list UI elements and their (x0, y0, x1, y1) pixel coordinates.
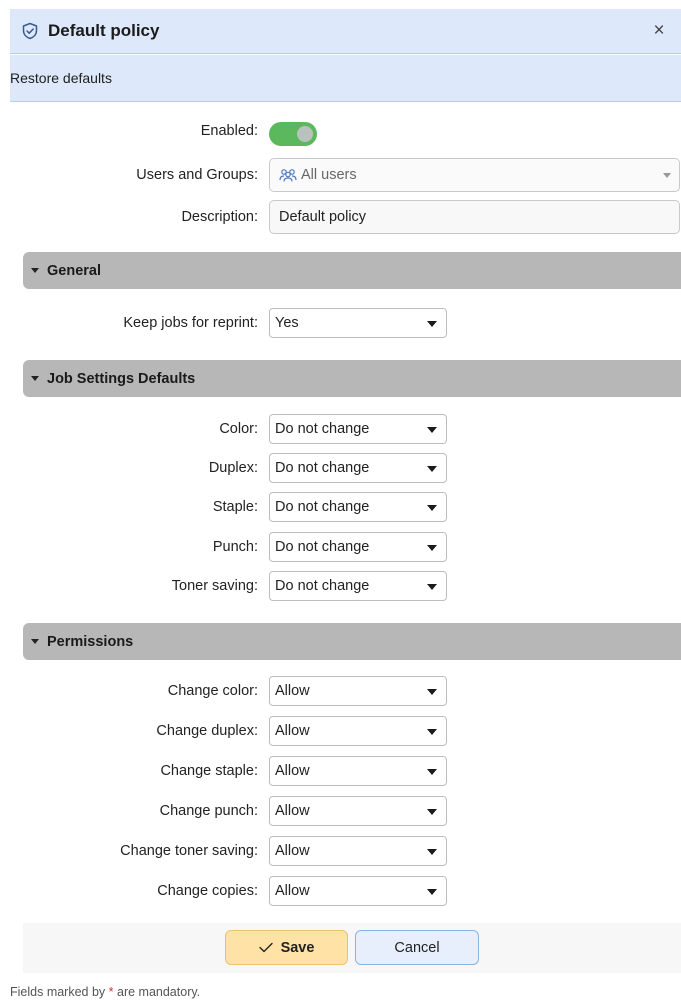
color-select[interactable]: Do not change (269, 414, 447, 444)
users-groups-select[interactable]: All users (269, 158, 680, 192)
description-value: Default policy (279, 209, 367, 225)
job-setting-label: Color: (219, 421, 258, 437)
select-value: Do not change (275, 539, 370, 555)
caret-down-icon (427, 545, 437, 551)
mandatory-note-prefix: Fields marked by (10, 985, 109, 999)
dialog-title-bar: Default policy × (10, 9, 681, 54)
section-general-header[interactable]: General (23, 252, 681, 289)
collapse-triangle-icon (31, 376, 39, 381)
duplex-select[interactable]: Do not change (269, 453, 447, 483)
keep-jobs-row: Keep jobs for reprint: Yes (0, 308, 681, 338)
job-setting-row: Staple: Do not change (0, 492, 681, 522)
collapse-triangle-icon (31, 268, 39, 273)
caret-down-icon (427, 809, 437, 815)
save-label: Save (280, 939, 315, 956)
permission-row: Change staple: Allow (0, 756, 681, 786)
select-value: Allow (275, 763, 310, 779)
job-setting-label: Punch: (212, 539, 258, 555)
caret-down-icon (427, 849, 437, 855)
permission-row: Change duplex: Allow (0, 716, 681, 746)
caret-down-icon (427, 321, 437, 327)
caret-down-icon (427, 889, 437, 895)
enabled-label: Enabled: (200, 123, 258, 139)
job-setting-label: Staple: (212, 499, 258, 515)
select-value: Do not change (275, 578, 370, 594)
users-groups-row: Users and Groups: All users (0, 158, 681, 192)
description-input[interactable]: Default policy (269, 200, 680, 234)
keep-jobs-select[interactable]: Yes (269, 308, 447, 338)
action-bar (23, 923, 681, 973)
permission-label: Change toner saving: (120, 843, 258, 859)
enabled-row: Enabled: (0, 116, 681, 146)
toner-saving-select[interactable]: Do not change (269, 571, 447, 601)
permission-row: Change toner saving: Allow (0, 836, 681, 866)
section-title: Job Settings Defaults (47, 370, 196, 387)
caret-down-icon (427, 584, 437, 590)
permission-row: Change copies: Allow (0, 876, 681, 906)
staple-select[interactable]: Do not change (269, 492, 447, 522)
select-value: Allow (275, 803, 310, 819)
job-setting-row: Toner saving: Do not change (0, 571, 681, 601)
enabled-toggle[interactable] (269, 122, 317, 146)
select-value: Allow (275, 683, 310, 699)
select-value: Do not change (275, 421, 370, 437)
select-value: Do not change (275, 460, 370, 476)
shield-check-icon (22, 22, 38, 40)
permission-label: Change punch: (159, 803, 258, 819)
permission-row: Change punch: Allow (0, 796, 681, 826)
change-copies-select[interactable]: Allow (269, 876, 447, 906)
job-setting-row: Color: Do not change (0, 414, 681, 444)
caret-down-icon (427, 769, 437, 775)
job-setting-label: Toner saving: (171, 578, 258, 594)
permission-row: Change color: Allow (0, 676, 681, 706)
description-label: Description: (181, 209, 258, 225)
select-value: Allow (275, 843, 310, 859)
caret-down-icon (427, 505, 437, 511)
mandatory-note-suffix: are mandatory. (113, 985, 201, 999)
dialog-title: Default policy (48, 21, 160, 40)
job-setting-label: Duplex: (208, 460, 258, 476)
section-title: Permissions (47, 633, 134, 650)
mandatory-note: Fields marked by * are mandatory. (10, 985, 200, 999)
permission-label: Change copies: (157, 883, 258, 899)
section-title: General (47, 262, 101, 279)
save-button[interactable]: Save (225, 930, 348, 965)
cancel-label: Cancel (394, 939, 440, 956)
change-color-select[interactable]: Allow (269, 676, 447, 706)
select-value: Allow (275, 723, 310, 739)
collapse-triangle-icon (31, 639, 39, 644)
section-job-settings-header[interactable]: Job Settings Defaults (23, 360, 681, 397)
cancel-button[interactable]: Cancel (355, 930, 479, 965)
punch-select[interactable]: Do not change (269, 532, 447, 562)
check-icon (258, 942, 273, 953)
users-groups-value: All users (301, 167, 357, 183)
caret-down-icon (427, 729, 437, 735)
close-icon[interactable]: × (649, 21, 669, 41)
change-staple-select[interactable]: Allow (269, 756, 447, 786)
dialog-toolbar: Restore defaults (10, 55, 681, 102)
job-setting-row: Punch: Do not change (0, 532, 681, 562)
select-value: Yes (275, 315, 299, 331)
keep-jobs-label: Keep jobs for reprint: (123, 315, 258, 331)
users-icon (279, 169, 297, 182)
select-value: Do not change (275, 499, 370, 515)
permission-label: Change staple: (160, 763, 258, 779)
caret-down-icon (427, 427, 437, 433)
permission-label: Change color: (167, 683, 258, 699)
caret-down-icon (427, 689, 437, 695)
change-duplex-select[interactable]: Allow (269, 716, 447, 746)
users-groups-label: Users and Groups: (136, 167, 258, 183)
caret-down-icon (427, 466, 437, 472)
select-value: Allow (275, 883, 310, 899)
permission-label: Change duplex: (156, 723, 258, 739)
description-row: Description: Default policy (0, 200, 681, 234)
toggle-knob (297, 126, 313, 142)
section-permissions-header[interactable]: Permissions (23, 623, 681, 660)
chevron-down-icon (663, 173, 671, 178)
job-setting-row: Duplex: Do not change (0, 453, 681, 483)
change-toner-saving-select[interactable]: Allow (269, 836, 447, 866)
restore-defaults-button[interactable]: Restore defaults (10, 70, 112, 86)
change-punch-select[interactable]: Allow (269, 796, 447, 826)
